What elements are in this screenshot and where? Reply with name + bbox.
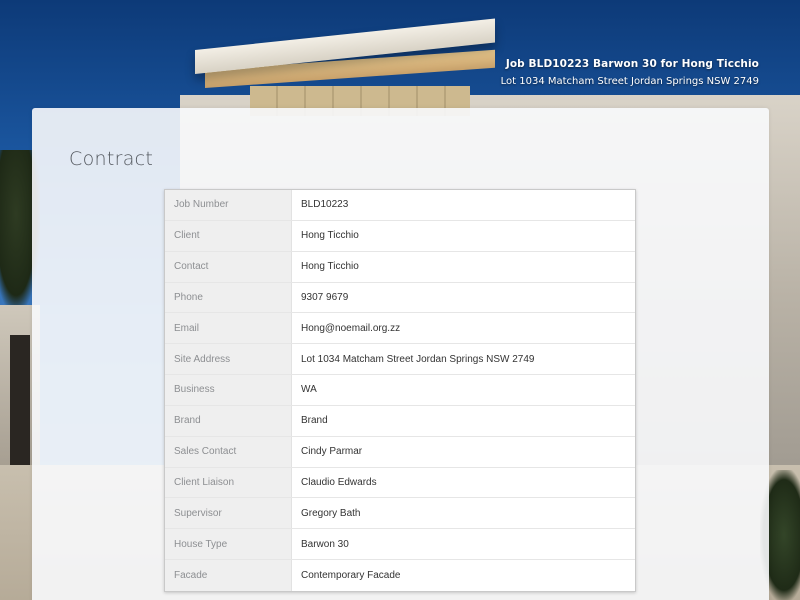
table-row-contact: Contact Hong Ticchio (165, 251, 635, 283)
table-row-supervisor: Supervisor Gregory Bath (165, 498, 635, 530)
table-row-client-liaison: Client Liaison Claudio Edwards (165, 467, 635, 499)
background-door (10, 335, 30, 465)
row-label: Facade (165, 560, 292, 591)
row-value: Claudio Edwards (292, 467, 635, 498)
table-row-house-type: House Type Barwon 30 (165, 529, 635, 561)
row-label: Email (165, 313, 292, 344)
table-row-brand: Brand Brand (165, 405, 635, 437)
row-value: Contemporary Facade (292, 560, 635, 591)
job-title: Job BLD10223 Barwon 30 for Hong Ticchio (505, 58, 759, 70)
table-row-client: Client Hong Ticchio (165, 220, 635, 252)
row-value: Barwon 30 (292, 529, 635, 560)
row-value: 9307 9679 (292, 282, 635, 313)
row-label: House Type (165, 529, 292, 560)
row-label: Sales Contact (165, 436, 292, 467)
table-row-business: Business WA (165, 375, 635, 406)
row-value: Hong@noemail.org.zz (292, 313, 635, 344)
row-value: Gregory Bath (292, 498, 635, 529)
row-value: Hong Ticchio (292, 220, 635, 251)
row-label: Job Number (165, 190, 292, 220)
table-row-job-number: Job Number BLD10223 (165, 190, 635, 221)
job-header: Job BLD10223 Barwon 30 for Hong Ticchio … (501, 58, 759, 87)
row-value: Hong Ticchio (292, 251, 635, 282)
table-row-phone: Phone 9307 9679 (165, 282, 635, 314)
row-value: Brand (292, 405, 635, 436)
contract-card: Contract Job Number BLD10223 Client Hong… (32, 108, 769, 600)
row-label: Business (165, 375, 292, 405)
row-value: WA (292, 375, 635, 405)
row-value: Cindy Parmar (292, 436, 635, 467)
row-label: Brand (165, 405, 292, 436)
job-address: Lot 1034 Matcham Street Jordan Springs N… (500, 76, 759, 87)
table-row-facade: Facade Contemporary Facade (165, 560, 635, 591)
row-label: Site Address (165, 344, 292, 375)
row-label: Client Liaison (165, 467, 292, 498)
table-row-site-address: Site Address Lot 1034 Matcham Street Jor… (165, 344, 635, 376)
contract-details-table: Job Number BLD10223 Client Hong Ticchio … (164, 189, 636, 592)
row-value: Lot 1034 Matcham Street Jordan Springs N… (292, 344, 635, 375)
table-row-email: Email Hong@noemail.org.zz (165, 313, 635, 345)
row-value: BLD10223 (292, 190, 635, 220)
row-label: Phone (165, 282, 292, 313)
table-row-sales-contact: Sales Contact Cindy Parmar (165, 436, 635, 468)
row-label: Supervisor (165, 498, 292, 529)
row-label: Client (165, 220, 292, 251)
page-title: Contract (69, 148, 154, 170)
row-label: Contact (165, 251, 292, 282)
